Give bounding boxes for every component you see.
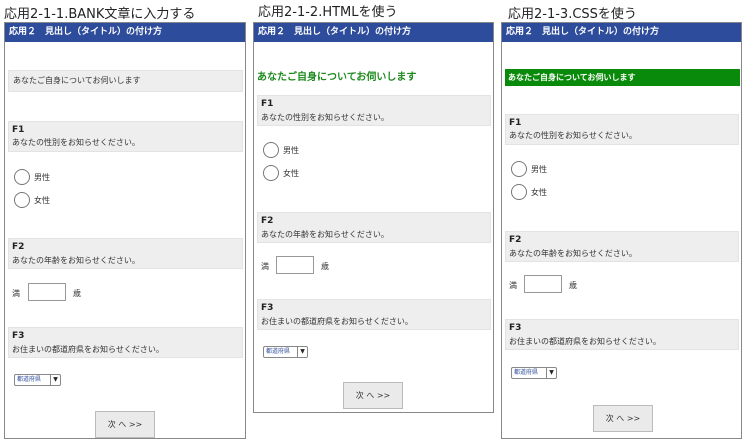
question-number: F1 — [509, 118, 522, 128]
prefecture-select[interactable]: 都道府県 ▼ — [511, 367, 557, 379]
question-text: お住まいの都道府県をお知らせください。 — [12, 345, 164, 354]
age-prefix: 満 — [12, 289, 20, 298]
next-button[interactable]: 次 へ >> — [593, 405, 653, 432]
age-suffix: 歳 — [73, 289, 81, 298]
caption-panel-2: 応用2-1-2.HTMLを使う — [258, 5, 398, 20]
prefecture-select[interactable]: 都道府県 ▼ — [14, 374, 61, 386]
age-input[interactable] — [276, 256, 314, 274]
age-input[interactable] — [524, 275, 562, 293]
survey-panel-css: 応用２ 見出し（タイトル）の付け方 あなたご自身についてお伺いします F1 あな… — [501, 22, 742, 439]
next-button[interactable]: 次 へ >> — [95, 411, 155, 438]
section-title: あなたご自身についてお伺いします — [13, 76, 141, 85]
select-value: 都道府県 — [514, 369, 539, 376]
radio-label-female: 女性 — [283, 169, 299, 178]
radio-button-icon[interactable] — [511, 184, 527, 200]
question-text: あなたの年齢をお知らせください。 — [261, 230, 389, 239]
next-button[interactable]: 次 へ >> — [343, 382, 403, 409]
section-title: あなたご自身についてお伺いします — [505, 69, 740, 86]
radio-button-icon[interactable] — [14, 169, 30, 185]
caption-panel-1: 応用2-1-1.BANK文章に入力する — [4, 7, 196, 22]
question-number: F1 — [12, 125, 25, 135]
chevron-down-icon: ▼ — [50, 375, 60, 385]
radio-label-male: 男性 — [283, 146, 299, 155]
section-title: あなたご自身についてお伺いします — [257, 72, 417, 83]
question-number: F2 — [509, 235, 522, 245]
age-suffix: 歳 — [321, 262, 329, 271]
age-prefix: 満 — [509, 281, 517, 290]
survey-panel-html: 応用２ 見出し（タイトル）の付け方 あなたご自身についてお伺いします F1 あな… — [253, 22, 494, 413]
question-text: あなたの性別をお知らせください。 — [261, 113, 389, 122]
radio-button-icon[interactable] — [511, 161, 527, 177]
question-number: F3 — [261, 303, 274, 313]
age-input[interactable] — [28, 283, 66, 301]
question-text: あなたの性別をお知らせください。 — [12, 138, 140, 147]
question-text: お住まいの都道府県をお知らせください。 — [261, 317, 413, 326]
caption-panel-3: 応用2-1-3.CSSを使う — [508, 7, 637, 22]
radio-label-female: 女性 — [34, 196, 50, 205]
radio-label-male: 男性 — [34, 173, 50, 182]
question-text: あなたの年齢をお知らせください。 — [12, 256, 140, 265]
survey-panel-bank: 応用２ 見出し（タイトル）の付け方 あなたご自身についてお伺いします F1 あな… — [4, 22, 246, 439]
radio-button-icon[interactable] — [263, 142, 279, 158]
radio-button-icon[interactable] — [263, 165, 279, 181]
chevron-down-icon: ▼ — [297, 347, 307, 357]
radio-label-male: 男性 — [531, 165, 547, 174]
question-text: あなたの性別をお知らせください。 — [509, 131, 637, 140]
question-number: F2 — [261, 216, 274, 226]
select-value: 都道府県 — [266, 348, 291, 355]
survey-header: 応用２ 見出し（タイトル）の付け方 — [5, 23, 245, 42]
radio-label-female: 女性 — [531, 188, 547, 197]
question-number: F2 — [12, 242, 25, 252]
survey-header: 応用２ 見出し（タイトル）の付け方 — [502, 23, 741, 42]
chevron-down-icon: ▼ — [546, 368, 556, 378]
select-value: 都道府県 — [17, 376, 42, 383]
survey-header: 応用２ 見出し（タイトル）の付け方 — [254, 23, 493, 42]
question-number: F1 — [261, 99, 274, 109]
age-suffix: 歳 — [569, 281, 577, 290]
age-prefix: 満 — [261, 262, 269, 271]
question-number: F3 — [509, 323, 522, 333]
question-number: F3 — [12, 331, 25, 341]
question-text: お住まいの都道府県をお知らせください。 — [509, 337, 661, 346]
radio-button-icon[interactable] — [14, 192, 30, 208]
question-text: あなたの年齢をお知らせください。 — [509, 249, 637, 258]
prefecture-select[interactable]: 都道府県 ▼ — [263, 346, 308, 358]
